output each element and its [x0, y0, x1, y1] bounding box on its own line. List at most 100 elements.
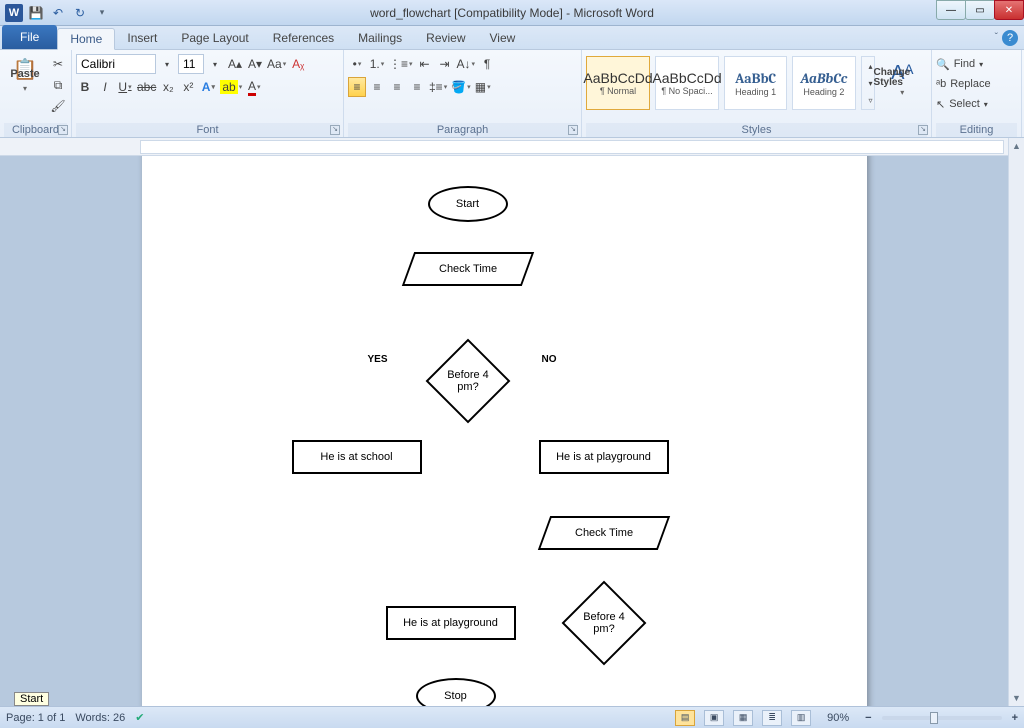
group-styles: AaBbCcDd ¶ Normal AaBbCcDd ¶ No Spaci...…	[582, 50, 932, 137]
bullets-icon[interactable]: •	[348, 54, 366, 74]
title-bar: W 💾 ↶ ↻ ▾ word_flowchart [Compatibility …	[0, 0, 1024, 26]
align-center-icon[interactable]: ≡	[368, 77, 386, 97]
style-sample: AaBbCcDd	[652, 70, 721, 86]
group-paragraph: • 1. ⋮≡ ⇤ ⇥ A↓ ¶ ≡ ≡ ≡ ≡ ‡≡ 🪣 ▦ Paragrap…	[344, 50, 582, 137]
paste-button[interactable]: 📋 Paste ▾	[4, 52, 46, 93]
zoom-level[interactable]: 90%	[827, 712, 849, 724]
styles-launcher[interactable]: ↘	[918, 125, 928, 135]
status-bar: Page: 1 of 1 Words: 26 ✔ ▤ ▣ ▦ ≣ ▥ 90% −…	[0, 706, 1024, 728]
status-page[interactable]: Page: 1 of 1	[6, 712, 65, 724]
style-heading2[interactable]: AaBbCc Heading 2	[792, 56, 855, 110]
scroll-up-icon[interactable]: ▲	[1009, 138, 1024, 154]
paragraph-launcher[interactable]: ↘	[568, 125, 578, 135]
strike-button[interactable]: abc	[136, 77, 157, 97]
io-check-time-1: Check Time	[401, 252, 533, 286]
tab-review[interactable]: Review	[414, 27, 477, 49]
status-proofing-icon[interactable]: ✔	[135, 711, 144, 724]
close-button[interactable]: ✕	[994, 0, 1024, 20]
scroll-down-icon[interactable]: ▼	[1009, 690, 1024, 706]
view-full-screen-icon[interactable]: ▣	[704, 710, 724, 726]
tab-insert[interactable]: Insert	[115, 27, 169, 49]
qat-customize-icon[interactable]: ▾	[92, 3, 112, 23]
group-label-paragraph: Paragraph	[348, 123, 577, 137]
increase-indent-icon[interactable]: ⇥	[436, 54, 454, 74]
ribbon-tabs: File Home Insert Page Layout References …	[0, 26, 1024, 50]
shrink-font-icon[interactable]: A▾	[246, 54, 264, 74]
tab-view[interactable]: View	[478, 27, 528, 49]
style-name: ¶ Normal	[600, 86, 636, 96]
grow-font-icon[interactable]: A▴	[226, 54, 244, 74]
vertical-scrollbar[interactable]: ▲ ▼	[1008, 138, 1024, 706]
copy-icon[interactable]: ⧉	[49, 75, 67, 95]
zoom-slider[interactable]	[882, 716, 1002, 720]
format-painter-icon[interactable]: 🖌	[49, 96, 67, 116]
replace-button[interactable]: ᵃbReplace	[936, 75, 991, 93]
numbering-icon[interactable]: 1.	[368, 54, 386, 74]
style-heading1[interactable]: AaBbC Heading 1	[724, 56, 787, 110]
horizontal-ruler[interactable]	[0, 138, 1024, 156]
zoom-out-icon[interactable]: −	[865, 712, 871, 724]
font-launcher[interactable]: ↘	[330, 125, 340, 135]
minimize-button[interactable]: —	[936, 0, 966, 20]
minimize-ribbon-icon[interactable]: ˇ	[995, 32, 998, 43]
subscript-button[interactable]: x₂	[159, 77, 177, 97]
font-name-dd-icon[interactable]: ▾	[158, 54, 176, 74]
redo-icon[interactable]: ↻	[70, 3, 90, 23]
cut-icon[interactable]: ✂	[49, 54, 67, 74]
select-icon: ↖	[936, 98, 945, 111]
select-button[interactable]: ↖Select▾	[936, 95, 991, 113]
font-name-input[interactable]: Calibri	[76, 54, 156, 74]
justify-icon[interactable]: ≡	[408, 77, 426, 97]
view-draft-icon[interactable]: ▥	[791, 710, 811, 726]
multilevel-icon[interactable]: ⋮≡	[388, 54, 414, 74]
change-styles-button[interactable]: Aᴬ Change Styles ▾	[878, 56, 927, 97]
font-size-dd-icon[interactable]: ▾	[206, 54, 224, 74]
align-left-icon[interactable]: ≡	[348, 77, 366, 97]
help-icon[interactable]: ?	[1002, 30, 1018, 46]
clipboard-launcher[interactable]: ↘	[58, 125, 68, 135]
shading-icon[interactable]: 🪣	[450, 77, 471, 97]
line-spacing-icon[interactable]: ‡≡	[428, 77, 448, 97]
style-sample: AaBbCcDd	[583, 70, 652, 86]
group-font: Calibri ▾ 11 ▾ A▴ A▾ Aa Aᵪ B I U abc x₂ …	[72, 50, 344, 137]
font-color-icon[interactable]: A	[245, 77, 263, 97]
tab-references[interactable]: References	[261, 27, 346, 49]
view-print-layout-icon[interactable]: ▤	[675, 710, 695, 726]
style-no-spacing[interactable]: AaBbCcDd ¶ No Spaci...	[655, 56, 719, 110]
decision-before-4pm-2: Before 4 pm?	[561, 581, 646, 666]
file-tab[interactable]: File	[2, 25, 57, 49]
bold-button[interactable]: B	[76, 77, 94, 97]
tab-mailings[interactable]: Mailings	[346, 27, 414, 49]
process-school: He is at school	[292, 440, 422, 474]
save-icon[interactable]: 💾	[26, 3, 46, 23]
zoom-in-icon[interactable]: +	[1012, 712, 1018, 724]
highlight-icon[interactable]: ab	[219, 77, 243, 97]
find-button[interactable]: 🔍Find▾	[936, 55, 991, 73]
maximize-button[interactable]: ▭	[965, 0, 995, 20]
style-normal[interactable]: AaBbCcDd ¶ Normal	[586, 56, 650, 110]
text-effects-icon[interactable]: A	[199, 77, 217, 97]
sort-icon[interactable]: A↓	[456, 54, 477, 74]
view-web-icon[interactable]: ▦	[733, 710, 753, 726]
change-case-icon[interactable]: Aa	[266, 54, 287, 74]
replace-icon: ᵃb	[936, 78, 946, 90]
style-name: Heading 2	[803, 87, 844, 97]
view-outline-icon[interactable]: ≣	[762, 710, 782, 726]
superscript-button[interactable]: x²	[179, 77, 197, 97]
document-page[interactable]: Start Check Time Before 4 pm? YES NO He …	[142, 156, 867, 706]
start-tooltip: Start	[14, 692, 49, 706]
underline-button[interactable]: U	[116, 77, 134, 97]
undo-icon[interactable]: ↶	[48, 3, 68, 23]
clear-formatting-icon[interactable]: Aᵪ	[289, 54, 307, 74]
show-marks-icon[interactable]: ¶	[478, 54, 496, 74]
process-playground-1: He is at playground	[539, 440, 669, 474]
italic-button[interactable]: I	[96, 77, 114, 97]
tab-page-layout[interactable]: Page Layout	[169, 27, 260, 49]
label-no: NO	[542, 354, 557, 365]
tab-home[interactable]: Home	[57, 28, 115, 50]
align-right-icon[interactable]: ≡	[388, 77, 406, 97]
status-words[interactable]: Words: 26	[75, 712, 125, 724]
decrease-indent-icon[interactable]: ⇤	[416, 54, 434, 74]
borders-icon[interactable]: ▦	[474, 77, 492, 97]
font-size-input[interactable]: 11	[178, 54, 204, 74]
